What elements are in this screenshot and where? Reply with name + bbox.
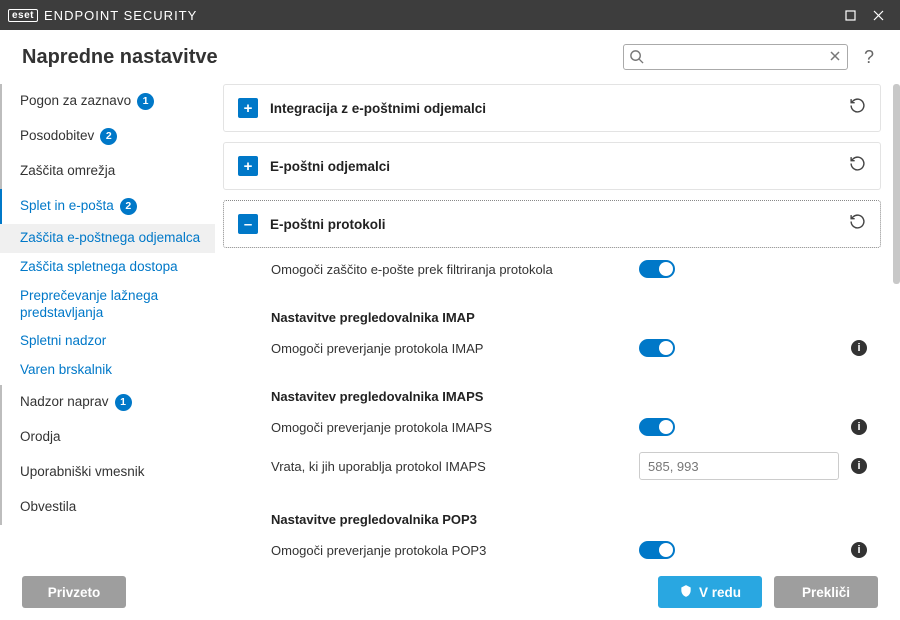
sidebar-sub-web-access-protection[interactable]: Zaščita spletnega dostopa <box>0 253 215 282</box>
heading-imap: Nastavitve pregledovalnika IMAP <box>271 286 867 331</box>
close-icon <box>873 10 884 21</box>
cancel-button[interactable]: Prekliči <box>774 576 878 608</box>
sidebar-item-detection-engine[interactable]: Pogon za zaznavo 1 <box>0 84 215 119</box>
titlebar-logo: eset ENDPOINT SECURITY <box>8 8 197 23</box>
sidebar-sub-antiphishing[interactable]: Preprečevanje lažnega predstavljanja <box>0 282 215 328</box>
sidebar-sublist: Zaščita e-poštnega odjemalca Zaščita spl… <box>0 224 215 385</box>
setting-enable-filter: Omogoči zaščito e-pošte prek filtriranja… <box>271 252 867 286</box>
imaps-ports-input[interactable] <box>639 452 839 480</box>
scrollbar[interactable] <box>893 84 900 564</box>
page-title: Napredne nastavitve <box>22 46 611 69</box>
search-input[interactable] <box>623 44 848 70</box>
setting-imaps-enable: Omogoči preverjanje protokola IMAPS i <box>271 410 867 444</box>
sidebar-item-network-protection[interactable]: Zaščita omrežja <box>0 154 215 189</box>
sidebar-sub-web-control[interactable]: Spletni nadzor <box>0 327 215 356</box>
search-field <box>623 44 848 70</box>
panel-integration[interactable]: + Integracija z e-poštnimi odjemalci <box>223 84 881 132</box>
window-maximize-button[interactable] <box>836 1 864 29</box>
info-icon[interactable]: i <box>851 340 867 356</box>
sidebar-sub-secure-browser[interactable]: Varen brskalnik <box>0 356 215 385</box>
sidebar-item-ui[interactable]: Uporabniški vmesnik <box>0 455 215 490</box>
toggle-pop3[interactable] <box>639 541 675 559</box>
toggle-enable-filter[interactable] <box>639 260 675 278</box>
search-icon <box>629 49 644 69</box>
revert-icon[interactable] <box>849 213 866 235</box>
heading-pop3: Nastavitve pregledovalnika POP3 <box>271 488 867 533</box>
heading-imaps: Nastavitev pregledovalnika IMAPS <box>271 365 867 410</box>
sidebar-item-tools[interactable]: Orodja <box>0 420 215 455</box>
info-icon[interactable]: i <box>851 458 867 474</box>
sidebar-sub-email-client-protection[interactable]: Zaščita e-poštnega odjemalca <box>0 224 215 253</box>
sidebar-item-device-control[interactable]: Nadzor naprav 1 <box>0 385 215 420</box>
help-button[interactable]: ? <box>860 47 878 68</box>
footer: Privzeto V redu Prekliči <box>0 564 900 620</box>
setting-imap-enable: Omogoči preverjanje protokola IMAP i <box>271 331 867 365</box>
titlebar: eset ENDPOINT SECURITY <box>0 0 900 30</box>
setting-imaps-ports: Vrata, ki jih uporablja protokol IMAPS i <box>271 444 867 488</box>
sidebar-item-web-email[interactable]: Splet in e-pošta 2 <box>0 189 215 224</box>
product-name: ENDPOINT SECURITY <box>44 8 197 23</box>
square-icon <box>845 10 856 21</box>
content-pane: + Integracija z e-poštnimi odjemalci + E… <box>215 84 893 564</box>
badge: 2 <box>100 128 117 145</box>
expand-icon: + <box>238 156 258 176</box>
revert-icon[interactable] <box>849 155 866 177</box>
sidebar-item-update[interactable]: Posodobitev 2 <box>0 119 215 154</box>
badge: 2 <box>120 198 137 215</box>
setting-pop3-enable: Omogoči preverjanje protokola POP3 i <box>271 533 867 564</box>
panel-email-protocols[interactable]: – E-poštni protokoli <box>223 200 881 248</box>
badge: 1 <box>115 394 132 411</box>
toggle-imap[interactable] <box>639 339 675 357</box>
brand-badge: eset <box>8 9 38 22</box>
info-icon[interactable]: i <box>851 419 867 435</box>
revert-icon[interactable] <box>849 97 866 119</box>
scrollbar-thumb[interactable] <box>893 84 900 284</box>
sidebar-item-notifications[interactable]: Obvestila <box>0 490 215 525</box>
toggle-imaps[interactable] <box>639 418 675 436</box>
badge: 1 <box>137 93 154 110</box>
panel-email-protocols-body: Omogoči zaščito e-pošte prek filtriranja… <box>223 248 881 564</box>
default-button[interactable]: Privzeto <box>22 576 126 608</box>
clear-search-button[interactable] <box>828 49 842 68</box>
page-header: Napredne nastavitve ? <box>0 30 900 84</box>
ok-button[interactable]: V redu <box>658 576 762 608</box>
expand-icon: + <box>238 98 258 118</box>
panel-email-clients[interactable]: + E-poštni odjemalci <box>223 142 881 190</box>
shield-icon <box>679 584 693 601</box>
collapse-icon: – <box>238 214 258 234</box>
sidebar: Pogon za zaznavo 1 Posodobitev 2 Zaščita… <box>0 84 215 564</box>
info-icon[interactable]: i <box>851 542 867 558</box>
window-close-button[interactable] <box>864 1 892 29</box>
